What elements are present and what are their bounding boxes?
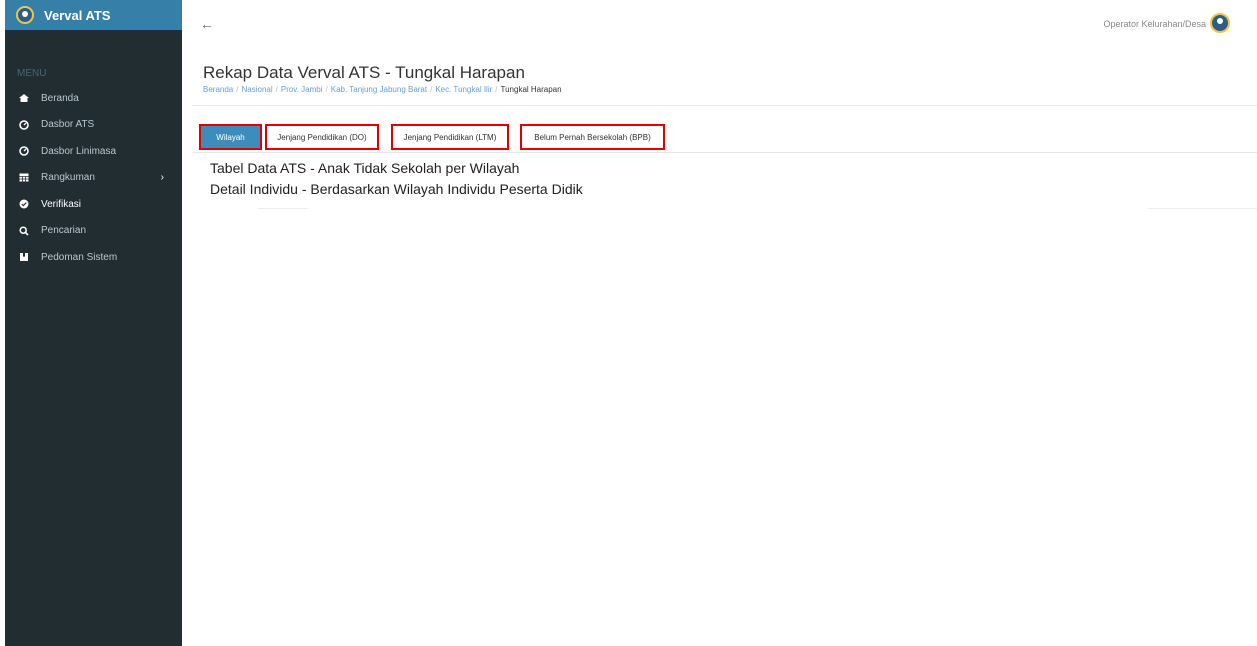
user-role[interactable]: Operator Kelurahan/Desa (1103, 19, 1206, 29)
sidebar-item-pencarian[interactable]: Pencarian (5, 218, 182, 245)
table-heading: Tabel Data ATS - Anak Tidak Sekolah per … (210, 160, 520, 176)
divider (258, 208, 308, 209)
page-title: Rekap Data Verval ATS - Tungkal Harapan (203, 63, 525, 82)
menu-header: MENU (17, 68, 47, 79)
top-bar: ← Operator Kelurahan/Desa (182, 0, 1257, 50)
panel-divider (193, 105, 1257, 106)
tabs-divider (193, 152, 1257, 153)
book-icon (19, 252, 29, 262)
search-icon (19, 226, 29, 236)
detail-heading: Detail Individu - Berdasarkan Wilayah In… (210, 181, 583, 197)
brand[interactable]: Verval ATS (5, 0, 182, 30)
breadcrumb-link[interactable]: Kab. Tanjung Jabung Barat (331, 85, 427, 94)
sidebar-item-rangkuman[interactable]: Rangkuman › (5, 165, 182, 192)
breadcrumb-separator: / (325, 85, 328, 94)
tab-label: Jenjang Pendidikan (LTM) (403, 132, 497, 142)
dashboard-icon (19, 146, 29, 157)
check-circle-icon (19, 199, 29, 209)
breadcrumb-separator: / (495, 85, 498, 94)
chevron-right-icon: › (160, 172, 164, 184)
avatar[interactable] (1210, 13, 1230, 33)
breadcrumb-link[interactable]: Beranda (203, 85, 233, 94)
tab-label: Belum Pernah Bersekolah (BPB) (534, 132, 651, 142)
sidebar: Verval ATS MENU Beranda Dasbor ATS Dasbo… (5, 0, 182, 646)
back-arrow-icon[interactable]: ← (200, 16, 214, 32)
sidebar-item-label: Dasbor Linimasa (41, 145, 117, 157)
tab-wilayah[interactable]: Wilayah (199, 124, 262, 150)
breadcrumb-link[interactable]: Nasional (241, 85, 272, 94)
breadcrumb-separator: / (236, 85, 239, 94)
app-name: Verval ATS (44, 7, 111, 23)
tab-jenjang-ltm[interactable]: Jenjang Pendidikan (LTM) (391, 124, 509, 150)
tab-label: Wilayah (201, 126, 260, 148)
sidebar-item-verifikasi[interactable]: Verifikasi (5, 191, 182, 218)
breadcrumb-separator: / (430, 85, 433, 94)
sidebar-item-label: Rangkuman (41, 172, 95, 184)
breadcrumb: Beranda / Nasional / Prov. Jambi / Kab. Tanjun… (203, 85, 562, 94)
tab-jenjang-do[interactable]: Jenjang Pendidikan (DO) (265, 124, 379, 150)
sidebar-item-label: Dasbor ATS (41, 119, 95, 131)
sidebar-item-label: Pedoman Sistem (41, 251, 118, 263)
breadcrumb-current: Tungkal Harapan (500, 85, 562, 94)
sidebar-item-pedoman-sistem[interactable]: Pedoman Sistem (5, 244, 182, 271)
breadcrumb-link[interactable]: Kec. Tungkal Ilir (435, 85, 492, 94)
sidebar-item-label: Beranda (41, 92, 79, 104)
tab-belum-pernah-bersekolah[interactable]: Belum Pernah Bersekolah (BPB) (520, 124, 665, 150)
divider (1148, 208, 1257, 209)
logo-icon (16, 6, 34, 24)
sidebar-item-beranda[interactable]: Beranda (5, 85, 182, 112)
tab-label: Jenjang Pendidikan (DO) (277, 132, 367, 142)
home-icon (19, 93, 29, 103)
dashboard-icon (19, 119, 29, 130)
breadcrumb-link[interactable]: Prov. Jambi (281, 85, 323, 94)
sidebar-item-dasbor-ats[interactable]: Dasbor ATS (5, 112, 182, 139)
sidebar-item-label: Pencarian (41, 225, 87, 237)
sidebar-item-dasbor-linimasa[interactable]: Dasbor Linimasa (5, 138, 182, 165)
table-icon (19, 173, 29, 183)
breadcrumb-separator: / (275, 85, 278, 94)
sidebar-item-label: Verifikasi (41, 198, 82, 210)
